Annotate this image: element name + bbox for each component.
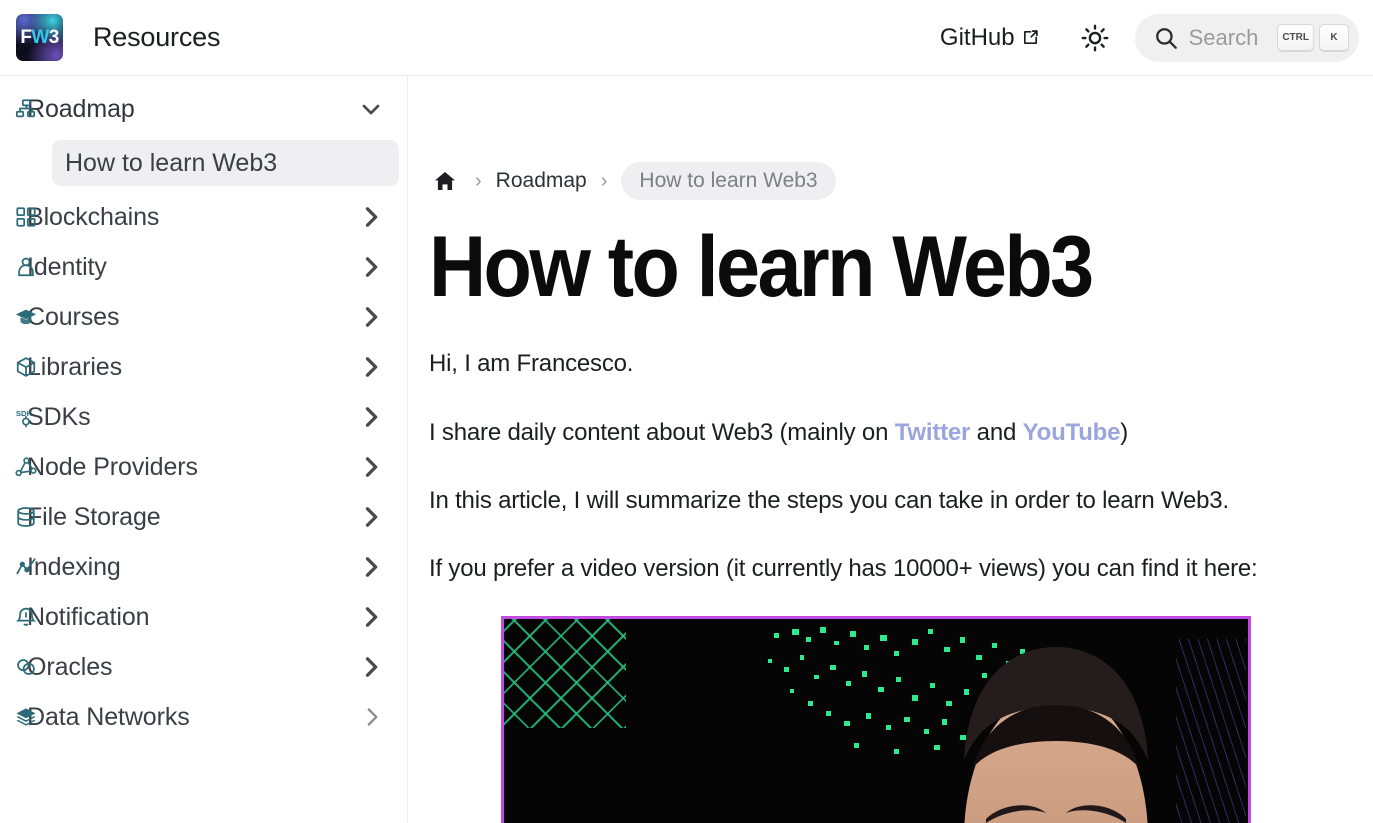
brand-title[interactable]: Resources xyxy=(93,22,220,53)
theme-toggle-button[interactable] xyxy=(1073,16,1117,60)
chevron-right-icon[interactable] xyxy=(357,253,385,281)
sidebar-item-blockchains[interactable]: Blockchains xyxy=(0,192,407,242)
sidebar-item-libraries[interactable]: Libraries xyxy=(0,342,407,392)
breadcrumb-separator-1: › xyxy=(475,169,482,192)
thumbnail-right-effect xyxy=(1176,638,1246,823)
chevron-right-icon[interactable] xyxy=(357,303,385,331)
chevron-right-icon[interactable] xyxy=(357,503,385,531)
navbar-right-group: GitHub Search CTRL K xyxy=(940,13,1373,62)
layers-icon xyxy=(16,708,36,726)
chevron-right-icon[interactable] xyxy=(357,653,385,681)
logo-letter-w: W xyxy=(31,26,49,48)
sidebar-nav[interactable]: Roadmap How to learn Web3 Blockchains Id… xyxy=(0,76,408,823)
sitemap-icon xyxy=(15,99,36,118)
sidebar-item-file-storage[interactable]: File Storage xyxy=(0,492,407,542)
sidebar-item-node-providers[interactable]: Node Providers xyxy=(0,442,407,492)
youtube-link[interactable]: YouTube xyxy=(1023,419,1121,446)
sidebar-item-oracles[interactable]: Oracles xyxy=(0,642,407,692)
sidebar-item-sdks[interactable]: SDK SDKs xyxy=(0,392,407,442)
sdk-icon: SDK xyxy=(16,409,33,428)
video-embed-wrapper[interactable]: HOW TO xyxy=(501,615,1373,823)
chevron-right-icon[interactable] xyxy=(357,203,385,231)
sidebar-item-courses[interactable]: Courses xyxy=(0,292,407,342)
breadcrumb-current: How to learn Web3 xyxy=(621,162,836,200)
breadcrumb-separator-2: › xyxy=(600,169,608,192)
database-icon xyxy=(17,507,35,527)
chevron-right-icon[interactable] xyxy=(357,453,385,481)
sidebar-item-data-networks[interactable]: Data Networks xyxy=(0,692,407,742)
github-label: GitHub xyxy=(939,23,1015,51)
p2-after: ) xyxy=(1120,418,1129,446)
svg-text:SDK: SDK xyxy=(16,409,33,418)
breadcrumb-home-link[interactable] xyxy=(429,165,461,197)
grid-blocks-icon xyxy=(16,207,36,227)
sun-icon xyxy=(1081,24,1109,51)
paragraph-video-intro: If you prefer a video version (it curren… xyxy=(429,555,1258,583)
logo-letter-f: F xyxy=(20,26,32,48)
chevron-right-icon[interactable] xyxy=(357,353,385,381)
sidebar-item-identity[interactable]: Identity xyxy=(0,242,407,292)
breadcrumb: › Roadmap › How to learn Web3 xyxy=(429,162,1373,200)
paragraph-social: I share daily content about Web3 (mainly… xyxy=(429,381,1373,449)
page-root: FW3 Resources GitHub Search CTRL K Roadm… xyxy=(0,0,1373,823)
sidebar-label-node-providers: Node Providers xyxy=(27,452,198,481)
search-placeholder: Search xyxy=(1188,24,1259,50)
search-icon xyxy=(1155,27,1177,49)
thumbnail-grid-decoration xyxy=(504,618,626,728)
user-badge-icon xyxy=(18,257,34,277)
chevron-right-icon[interactable] xyxy=(357,553,385,581)
p2-before: I share daily content about Web3 (mainly… xyxy=(429,418,895,446)
page-title: How to learn Web3 xyxy=(429,219,1094,315)
thumbnail-presenter-photo xyxy=(964,646,1148,823)
chart-line-icon xyxy=(16,558,36,575)
top-navbar: FW3 Resources GitHub Search CTRL K xyxy=(0,0,1373,76)
oracle-rings-icon xyxy=(17,659,35,675)
sidebar-item-indexing[interactable]: Indexing xyxy=(0,542,407,592)
graduation-cap-icon xyxy=(15,309,37,325)
github-link[interactable]: GitHub xyxy=(940,24,1039,52)
sidebar-item-roadmap[interactable]: Roadmap xyxy=(0,84,407,134)
nodes-network-icon xyxy=(15,457,37,477)
sidebar-subitem-how-to-learn-web3[interactable]: How to learn Web3 xyxy=(52,140,399,186)
sidebar-item-notification[interactable]: Notification xyxy=(0,592,407,642)
chevron-down-icon[interactable] xyxy=(357,95,385,123)
paragraph-summary: In this article, I will summarize the st… xyxy=(429,487,1229,515)
chevron-right-icon[interactable] xyxy=(359,704,385,730)
breadcrumb-link-roadmap[interactable]: Roadmap xyxy=(496,169,587,193)
bell-icon xyxy=(15,607,37,626)
chevron-right-icon[interactable] xyxy=(357,403,385,431)
search-input[interactable]: Search CTRL K xyxy=(1134,13,1359,62)
paragraph-intro: Hi, I am Francesco. xyxy=(429,350,634,378)
sidebar-label-data-networks: Data Networks xyxy=(27,702,190,731)
main-content: › Roadmap › How to learn Web3 How to lea… xyxy=(409,76,1373,823)
twitter-link[interactable]: Twitter xyxy=(895,419,971,446)
site-logo[interactable]: FW3 xyxy=(16,14,63,61)
logo-letter-3: 3 xyxy=(48,26,60,48)
sidebar-subitem-label: How to learn Web3 xyxy=(65,148,278,177)
p2-middle: and xyxy=(970,418,1023,446)
home-icon xyxy=(435,172,455,190)
kbd-ctrl: CTRL xyxy=(1277,23,1314,52)
kbd-k: K xyxy=(1319,23,1349,52)
video-thumbnail[interactable]: HOW TO xyxy=(501,615,1251,823)
external-link-icon xyxy=(1023,30,1038,45)
cube-icon xyxy=(16,357,36,377)
chevron-right-icon[interactable] xyxy=(357,603,385,631)
